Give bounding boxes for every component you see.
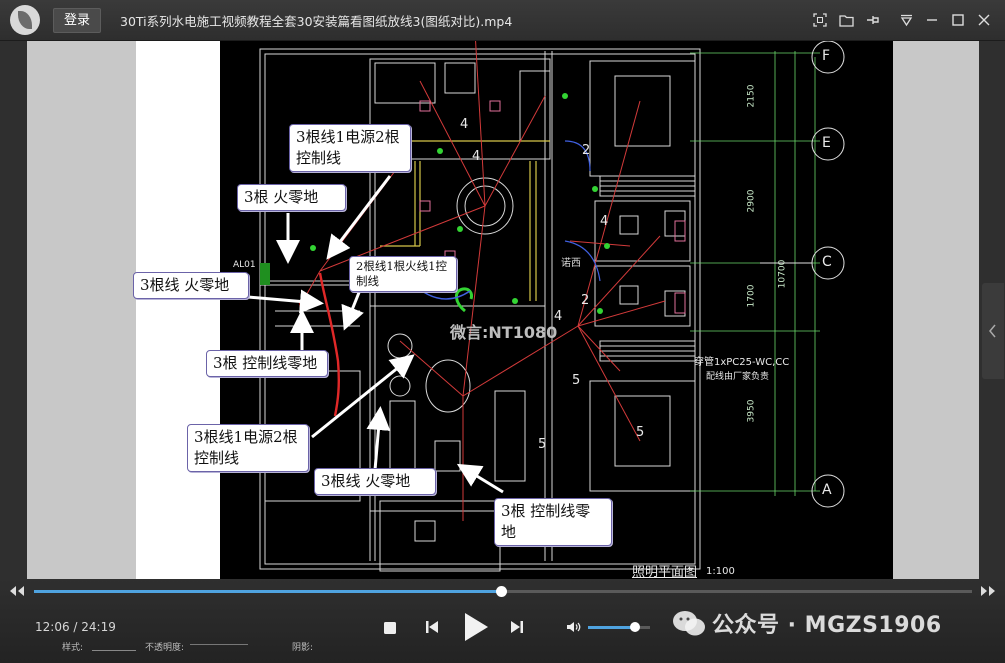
time-total: 24:19 — [81, 620, 116, 634]
callout-power-control: 3根线1电源2根控制线 — [289, 124, 411, 172]
callout-live-control: 2根线1根火线1控制线 — [349, 256, 457, 292]
annotation-arrows — [247, 175, 504, 494]
next-frame-icon[interactable] — [979, 583, 997, 602]
callout-power-control-lower: 3根线1电源2根控制线 — [187, 424, 309, 472]
volume-handle[interactable] — [629, 622, 640, 632]
shadow-label: 阴影: — [292, 643, 314, 653]
callout-control-neutral-earth-lower: 3根 控制线零地 — [494, 498, 612, 546]
style-label: 样式: — [62, 643, 84, 653]
volume-icon[interactable] — [566, 619, 582, 639]
next-icon[interactable] — [509, 619, 525, 639]
play-icon[interactable] — [462, 611, 490, 647]
opacity-slider[interactable] — [190, 644, 248, 645]
wechat-icon — [672, 610, 706, 642]
callout-live-neutral-earth: 3根 火零地 — [237, 184, 346, 211]
prev-frame-icon[interactable] — [8, 583, 26, 602]
previous-icon[interactable] — [424, 619, 440, 639]
watermark-text: 公众号 · MGZS1906 — [712, 613, 942, 638]
progress-bar[interactable] — [34, 586, 972, 597]
cad-status-bar: 样式: 不透明度: 阴影: — [0, 636, 420, 654]
time-display: 12:06 / 24:19 — [35, 620, 116, 634]
volume-fill — [588, 626, 635, 629]
callout-live-neutral-earth-lower: 3根线 火零地 — [314, 468, 436, 495]
volume-slider[interactable] — [588, 622, 650, 632]
progress-fill — [34, 590, 502, 593]
style-selector[interactable] — [92, 640, 136, 651]
callout-live-neutral-earth-left: 3根线 火零地 — [133, 272, 249, 299]
callout-control-neutral-earth: 3根 控制线零地 — [206, 350, 328, 377]
time-current: 12:06 — [35, 620, 70, 634]
opacity-label: 不透明度: — [145, 643, 185, 653]
